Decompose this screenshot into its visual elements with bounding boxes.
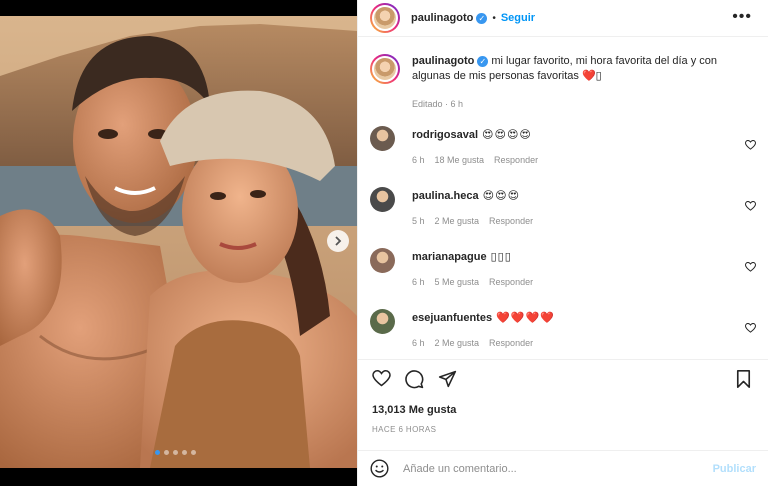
post-side-panel: paulinagoto ✓ • Seguir ••• paulinagoto ✓ …: [357, 0, 768, 486]
commenter-username[interactable]: marianapague: [412, 251, 487, 263]
comment-time: 5 h: [412, 216, 425, 226]
commenter-avatar[interactable]: [370, 248, 395, 273]
commenter-avatar[interactable]: [370, 187, 395, 212]
publish-button[interactable]: Publicar: [713, 463, 756, 475]
comment-body: marianapague ▯▯▯ 6 h 5 Me gusta Responder: [412, 246, 533, 307]
caption-body: paulinagoto ✓ mi lugar favorito, mi hora …: [412, 54, 756, 112]
post-header: paulinagoto ✓ • Seguir •••: [358, 0, 768, 37]
post-caption: paulinagoto ✓ mi lugar favorito, mi hora …: [358, 44, 768, 112]
save-icon[interactable]: [736, 370, 751, 388]
post-photo[interactable]: [0, 16, 357, 468]
heart-icon[interactable]: [745, 262, 756, 272]
heart-icon[interactable]: [745, 140, 756, 150]
reply-button[interactable]: Responder: [489, 214, 533, 229]
chevron-right-icon: [335, 236, 342, 246]
reply-button[interactable]: Responder: [494, 153, 538, 168]
caption-username[interactable]: paulinagoto: [412, 55, 474, 67]
comment-composer: Publicar: [358, 450, 768, 486]
comment-likes[interactable]: 18 Me gusta: [435, 153, 485, 168]
caption-meta: Editado · 6 h: [412, 99, 464, 109]
separator: •: [492, 12, 496, 24]
post-timestamp: HACE 6 HORAS: [372, 425, 437, 434]
carousel-dot: [164, 450, 169, 455]
comment-icon[interactable]: [405, 370, 424, 389]
comment-time: 6 h: [412, 338, 425, 348]
comment-text: ▯▯▯: [490, 251, 512, 263]
next-slide-button[interactable]: [327, 230, 349, 252]
comment-likes[interactable]: 2 Me gusta: [435, 336, 480, 351]
heart-icon[interactable]: [745, 323, 756, 333]
comments-section[interactable]: paulinagoto ✓ mi lugar favorito, mi hora …: [358, 44, 768, 360]
carousel-dot: [173, 450, 178, 455]
carousel-dot: [155, 450, 160, 455]
comment-item: esejuanfuentes ❤️❤️❤️❤️ 6 h 2 Me gusta Respo…: [358, 307, 768, 359]
more-options-icon[interactable]: •••: [732, 9, 752, 25]
carousel-dot: [191, 450, 196, 455]
comment-input[interactable]: [403, 462, 713, 475]
comment-text: 😍😍😍😍: [482, 129, 532, 141]
carousel-indicator: [155, 450, 196, 455]
comment-body: esejuanfuentes ❤️❤️❤️❤️ 6 h 2 Me gusta Respo…: [412, 307, 555, 359]
comment-text: ❤️❤️❤️❤️: [496, 312, 555, 324]
reply-button[interactable]: Responder: [489, 336, 533, 351]
author-username[interactable]: paulinagoto: [411, 12, 473, 24]
comment-body: paulina.heca 😍😍😍 5 h 2 Me gusta Responder: [412, 185, 533, 246]
commenter-avatar[interactable]: [370, 309, 395, 334]
reply-button[interactable]: Responder: [489, 275, 533, 290]
carousel-dot: [182, 450, 187, 455]
share-icon[interactable]: [438, 370, 457, 388]
comment-item: rodrigosaval 😍😍😍😍 6 h 18 Me gusta Responder: [358, 124, 768, 185]
commenter-username[interactable]: rodrigosaval: [412, 129, 478, 141]
comment-meta: 6 h 18 Me gusta Responder: [412, 153, 538, 168]
commenter-username[interactable]: paulina.heca: [412, 190, 479, 202]
post-media: [0, 0, 357, 486]
heart-icon[interactable]: [372, 370, 391, 387]
comment-text: 😍😍😍: [482, 190, 521, 202]
comment-meta: 6 h 2 Me gusta Responder: [412, 336, 555, 351]
comment-time: 6 h: [412, 277, 425, 287]
photo-illustration: [0, 16, 357, 468]
comment-meta: 5 h 2 Me gusta Responder: [412, 214, 533, 229]
emoji-icon[interactable]: [370, 459, 389, 478]
verified-badge-icon: ✓: [477, 55, 489, 67]
comment-item: marianapague ▯▯▯ 6 h 5 Me gusta Responder: [358, 246, 768, 307]
comment-likes[interactable]: 5 Me gusta: [435, 275, 480, 290]
verified-badge-icon: ✓: [476, 12, 488, 24]
likes-count[interactable]: 13,013 Me gusta: [372, 404, 456, 416]
comment-list: rodrigosaval 😍😍😍😍 6 h 18 Me gusta Responder p…: [358, 124, 768, 359]
comment-body: rodrigosaval 😍😍😍😍 6 h 18 Me gusta Responder: [412, 124, 538, 185]
action-bar: [370, 366, 756, 396]
author-avatar[interactable]: [370, 3, 400, 33]
comment-time: 6 h: [412, 155, 425, 165]
comment-meta: 6 h 5 Me gusta Responder: [412, 275, 533, 290]
follow-button[interactable]: Seguir: [501, 12, 535, 24]
caption-avatar[interactable]: [370, 54, 400, 84]
comment-item: paulina.heca 😍😍😍 5 h 2 Me gusta Responder: [358, 185, 768, 246]
commenter-avatar[interactable]: [370, 126, 395, 151]
comment-likes[interactable]: 2 Me gusta: [435, 214, 480, 229]
commenter-username[interactable]: esejuanfuentes: [412, 312, 492, 324]
heart-icon[interactable]: [745, 201, 756, 211]
